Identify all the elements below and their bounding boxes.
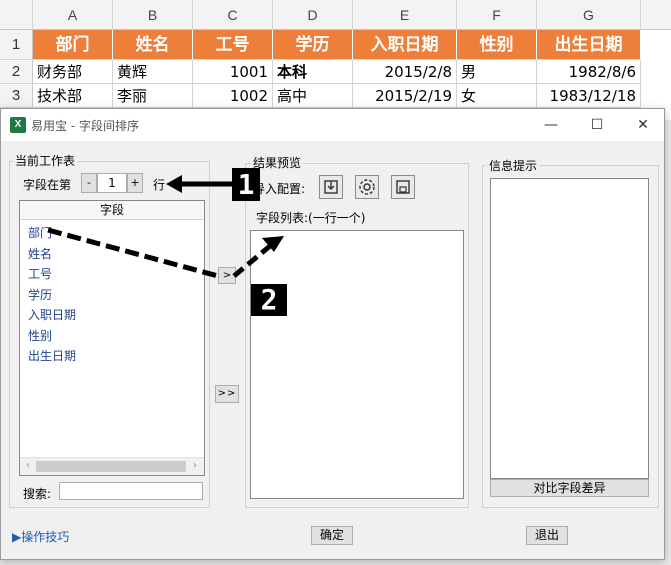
- info-textbox: [490, 178, 649, 479]
- header-cell[interactable]: 出生日期: [537, 30, 641, 60]
- field-listbox[interactable]: 字段 部门 姓名 工号 学历 入职日期 性别 出生日期 ‹ ›: [19, 200, 205, 476]
- field-list-header[interactable]: 字段: [20, 201, 204, 220]
- header-cell[interactable]: 姓名: [113, 30, 193, 60]
- sort-fields-dialog: X 易用宝 - 字段间排序 — ☐ ✕ 当前工作表 字段在第 - 1 + 行 字…: [0, 108, 665, 560]
- maximize-button[interactable]: ☐: [574, 109, 620, 141]
- dialog-title: 易用宝 - 字段间排序: [31, 119, 139, 133]
- table-cell[interactable]: 高中: [273, 84, 353, 108]
- horizontal-scrollbar[interactable]: ‹ ›: [20, 457, 204, 475]
- column-header-e[interactable]: E: [353, 0, 457, 30]
- field-list-label: 字段列表:(一行一个): [256, 211, 366, 225]
- annotation-marker-1: 1: [232, 168, 260, 201]
- header-cell[interactable]: 学历: [273, 30, 353, 60]
- column-header-f[interactable]: F: [457, 0, 537, 30]
- list-item[interactable]: 入职日期: [28, 306, 76, 323]
- exit-button[interactable]: 退出: [526, 526, 568, 545]
- current-sheet-label: 当前工作表: [13, 152, 78, 169]
- column-header-a[interactable]: A: [33, 0, 113, 30]
- excel-icon: X: [10, 117, 26, 133]
- minimize-button[interactable]: —: [528, 109, 574, 141]
- save-icon[interactable]: [391, 175, 415, 199]
- row-increment-button[interactable]: +: [127, 173, 143, 193]
- spreadsheet: A B C D E F G 1 2 3 部门 姓名 工号 学历 入职日期 性别 …: [0, 0, 671, 120]
- header-cell[interactable]: 入职日期: [353, 30, 457, 60]
- field-list-textarea[interactable]: [250, 230, 464, 499]
- row-header-2[interactable]: 2: [0, 60, 33, 84]
- list-item[interactable]: 部门: [28, 224, 52, 241]
- title-bar[interactable]: X 易用宝 - 字段间排序 — ☐ ✕: [1, 109, 664, 141]
- move-selected-button[interactable]: >: [218, 267, 236, 284]
- header-cell[interactable]: 部门: [33, 30, 113, 60]
- row-number-input[interactable]: 1: [97, 173, 127, 193]
- import-icon[interactable]: [319, 175, 343, 199]
- search-input[interactable]: [59, 482, 203, 500]
- close-button[interactable]: ✕: [620, 109, 666, 141]
- ok-button[interactable]: 确定: [311, 526, 353, 545]
- annotation-marker-2: 2: [251, 284, 287, 316]
- header-cell[interactable]: 工号: [193, 30, 273, 60]
- table-cell[interactable]: 男: [457, 60, 537, 84]
- table-cell[interactable]: 李丽: [113, 84, 193, 108]
- column-header-b[interactable]: B: [113, 0, 193, 30]
- table-cell[interactable]: 1982/8/6: [537, 60, 641, 84]
- table-cell[interactable]: 2015/2/19: [353, 84, 457, 108]
- table-cell[interactable]: 1001: [193, 60, 273, 84]
- table-cell[interactable]: 2015/2/8: [353, 60, 457, 84]
- table-cell[interactable]: 女: [457, 84, 537, 108]
- row-label-prefix: 字段在第: [23, 178, 72, 192]
- table-cell[interactable]: 黄辉: [113, 60, 193, 84]
- scroll-right-icon[interactable]: ›: [189, 460, 201, 472]
- info-label: 信息提示: [487, 157, 540, 174]
- list-item[interactable]: 出生日期: [28, 347, 76, 364]
- row-label-suffix: 行: [153, 178, 166, 192]
- column-header-g[interactable]: G: [537, 0, 641, 30]
- move-all-button[interactable]: >>: [215, 385, 239, 403]
- scroll-left-icon[interactable]: ‹: [22, 460, 34, 472]
- column-header-d[interactable]: D: [273, 0, 353, 30]
- column-header-c[interactable]: C: [193, 0, 273, 30]
- scrollbar-thumb[interactable]: [36, 461, 186, 472]
- corner-cell[interactable]: [0, 0, 33, 30]
- row-header-1[interactable]: 1: [0, 30, 33, 60]
- tips-link[interactable]: ▶操作技巧: [12, 528, 69, 545]
- table-cell[interactable]: 财务部: [33, 60, 113, 84]
- list-item[interactable]: 性别: [28, 327, 52, 344]
- gear-icon[interactable]: [355, 175, 379, 199]
- table-cell[interactable]: 1983/12/18: [537, 84, 641, 108]
- search-label: 搜索:: [23, 487, 52, 501]
- list-item[interactable]: 学历: [28, 286, 52, 303]
- list-item[interactable]: 工号: [28, 265, 52, 282]
- header-cell[interactable]: 性别: [457, 30, 537, 60]
- column-header-blank: [641, 0, 671, 30]
- table-cell[interactable]: 技术部: [33, 84, 113, 108]
- row-header-3[interactable]: 3: [0, 84, 33, 108]
- table-cell[interactable]: 本科: [273, 60, 353, 84]
- compare-fields-button[interactable]: 对比字段差异: [490, 479, 649, 497]
- list-item[interactable]: 姓名: [28, 245, 52, 262]
- row-decrement-button[interactable]: -: [81, 173, 97, 193]
- import-config-label: 导入配置:: [253, 182, 306, 196]
- table-cell[interactable]: 1002: [193, 84, 273, 108]
